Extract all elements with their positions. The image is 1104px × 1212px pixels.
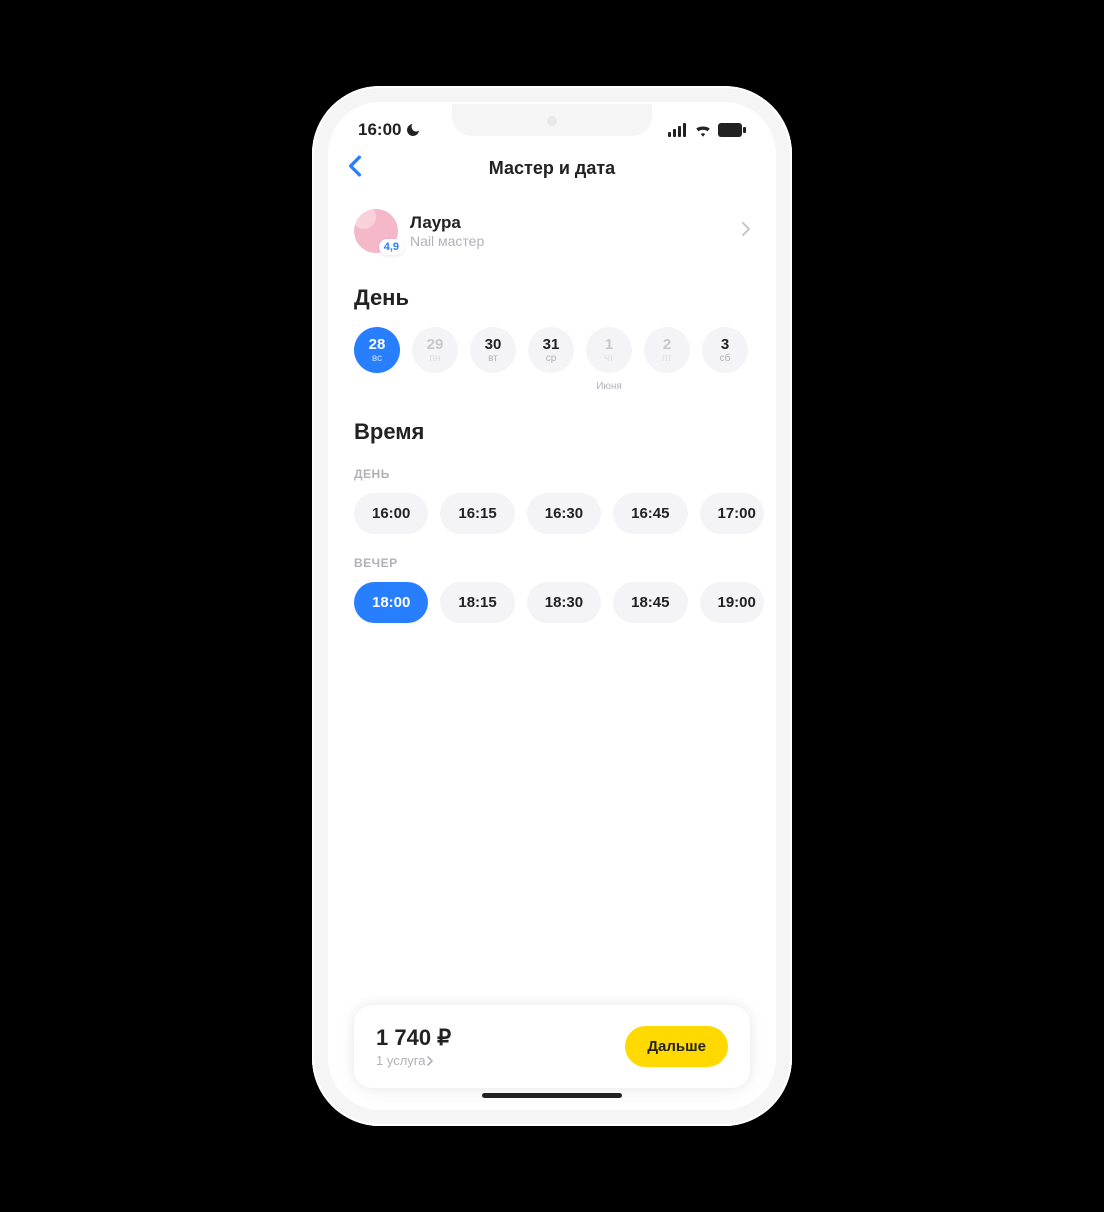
day-number: 29 (427, 337, 444, 352)
phone-frame: 16:00 Мастер и дата (312, 86, 792, 1126)
days-row: 28 вс 29 пн 30 вт 31 ср 1 чт Июня 2 пт 3 сб (354, 327, 750, 393)
day-number: 30 (485, 337, 502, 352)
wifi-icon (694, 123, 712, 137)
day-item[interactable]: 30 вт (470, 327, 516, 393)
time-row-evening: 18:0018:1518:3018:4519:00 (354, 582, 750, 623)
day-weekday: пт (662, 354, 672, 364)
day-section-title: День (354, 285, 750, 311)
notch (452, 104, 652, 136)
day-weekday: вт (488, 354, 498, 364)
total-price: 1 740 ₽ (376, 1025, 451, 1051)
checkout-bar: 1 740 ₽ 1 услуга Дальше (354, 1005, 750, 1088)
time-slot[interactable]: 16:45 (613, 493, 687, 534)
services-link[interactable]: 1 услуга (376, 1053, 451, 1068)
master-row[interactable]: 4,9 Лаура Nail мастер (354, 191, 750, 275)
rating-badge: 4,9 (379, 239, 404, 255)
day-number: 31 (543, 337, 560, 352)
day-item[interactable]: 31 ср (528, 327, 574, 393)
next-button[interactable]: Дальше (625, 1026, 728, 1067)
services-count: 1 услуга (376, 1053, 425, 1068)
month-label: Июня (596, 381, 622, 393)
time-slot[interactable]: 17:00 (700, 493, 764, 534)
day-item[interactable]: 29 пн (412, 327, 458, 393)
time-slot[interactable]: 16:00 (354, 493, 428, 534)
day-item[interactable]: 1 чт Июня (586, 327, 632, 393)
chevron-right-icon (742, 222, 750, 241)
avatar: 4,9 (354, 209, 398, 253)
day-weekday: чт (604, 354, 614, 364)
time-section-title: Время (354, 419, 750, 445)
time-slot[interactable]: 18:45 (613, 582, 687, 623)
day-subsection-label: ДЕНЬ (354, 467, 750, 481)
back-button[interactable] (348, 155, 362, 182)
time-slot[interactable]: 18:30 (527, 582, 601, 623)
time-slot[interactable]: 19:00 (700, 582, 764, 623)
master-name: Лаура (410, 213, 730, 233)
day-number: 28 (369, 337, 386, 352)
time-slot[interactable]: 16:30 (527, 493, 601, 534)
status-time: 16:00 (358, 120, 401, 140)
day-number: 3 (721, 337, 729, 352)
day-item[interactable]: 2 пт (644, 327, 690, 393)
nav-bar: Мастер и дата (330, 146, 774, 191)
time-slot[interactable]: 16:15 (440, 493, 514, 534)
master-role: Nail мастер (410, 233, 730, 249)
day-number: 1 (605, 337, 613, 352)
day-item[interactable]: 3 сб (702, 327, 748, 393)
day-number: 2 (663, 337, 671, 352)
page-title: Мастер и дата (489, 158, 615, 179)
time-slot[interactable]: 18:00 (354, 582, 428, 623)
day-item[interactable]: 28 вс (354, 327, 400, 393)
signal-icon (668, 123, 688, 137)
battery-icon (718, 123, 746, 137)
time-slot[interactable]: 18:15 (440, 582, 514, 623)
time-row-day: 16:0016:1516:3016:4517:00 (354, 493, 750, 534)
day-weekday: пн (430, 354, 441, 364)
evening-subsection-label: ВЕЧЕР (354, 556, 750, 570)
home-indicator (482, 1093, 622, 1098)
day-weekday: вс (372, 354, 382, 364)
chevron-right-icon (427, 1056, 433, 1066)
day-weekday: сб (720, 354, 731, 364)
moon-icon (405, 122, 421, 138)
day-weekday: ср (546, 354, 557, 364)
